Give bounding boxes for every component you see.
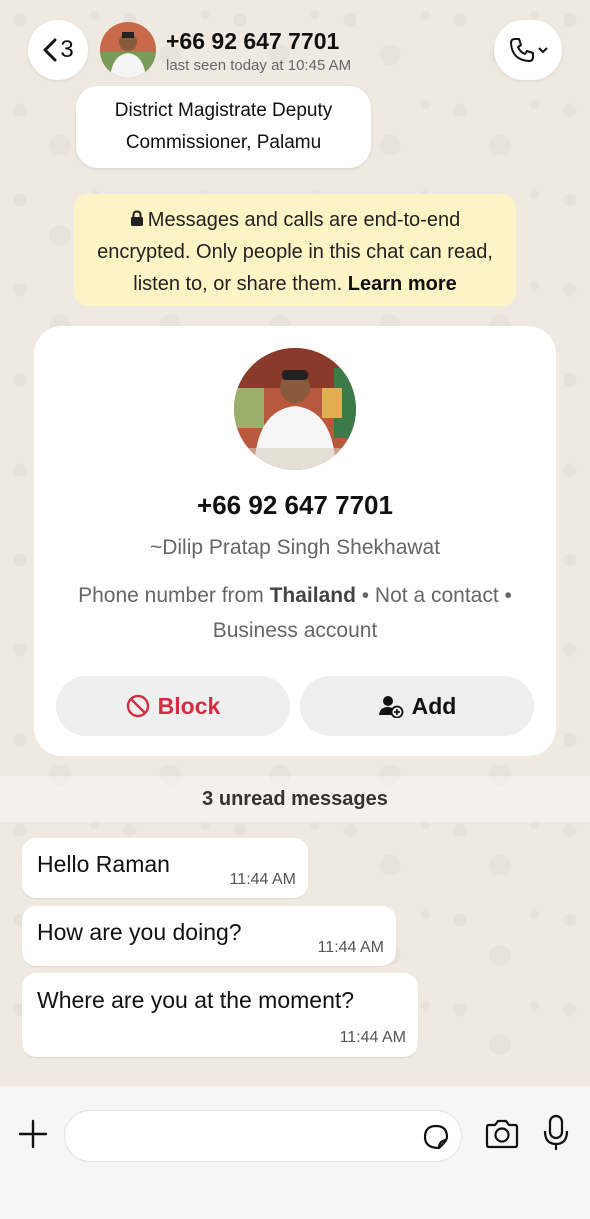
message-text: Where are you at the moment? — [37, 987, 355, 1013]
microphone-icon — [543, 1114, 569, 1150]
message-bubble[interactable]: How are you doing? 11:44 AM — [22, 906, 396, 966]
contact-title: +66 92 647 7701 — [166, 28, 340, 54]
block-label: Block — [157, 692, 221, 719]
profile-details: Phone number from Thailand • Not a conta… — [74, 578, 516, 648]
block-button[interactable]: Block — [56, 676, 290, 736]
profile-name: ~Dilip Pratap Singh Shekhawat — [149, 536, 441, 559]
plus-icon — [18, 1119, 48, 1149]
call-button[interactable] — [494, 20, 562, 80]
attach-button[interactable] — [16, 1117, 50, 1151]
camera-button[interactable] — [484, 1118, 520, 1150]
business-title-tooltip: District Magistrate Deputy Commissioner,… — [76, 86, 371, 168]
add-contact-button[interactable]: Add — [300, 676, 534, 736]
chat-header: 3 +66 92 647 7701 last seen today at 10:… — [0, 0, 590, 86]
message-time: 11:44 AM — [317, 939, 384, 956]
message-bubble[interactable]: Hello Raman 11:44 AM — [22, 838, 308, 898]
message-text: How are you doing? — [37, 919, 242, 945]
message-bubble[interactable]: Where are you at the moment? 11:44 AM — [22, 973, 418, 1057]
learn-more-link[interactable]: Learn more — [348, 273, 457, 295]
chevron-down-icon — [538, 47, 548, 54]
contact-info[interactable]: +66 92 647 7701 last seen today at 10:45… — [166, 28, 351, 74]
message-text: Hello Raman — [37, 851, 170, 877]
country: Thailand — [269, 584, 356, 607]
microphone-button[interactable] — [542, 1114, 570, 1152]
last-seen: last seen today at 10:45 AM — [166, 57, 352, 74]
encryption-notice[interactable]: Messages and calls are end-to-end encryp… — [74, 194, 516, 306]
sticker-icon[interactable] — [421, 1123, 451, 1151]
phone-icon — [510, 38, 534, 62]
contact-profile-card: +66 92 647 7701 ~Dilip Pratap Singh Shek… — [34, 326, 556, 756]
profile-phone: +66 92 647 7701 — [197, 490, 393, 520]
avatar[interactable] — [100, 22, 156, 78]
tooltip-line-1: District Magistrate Deputy — [114, 100, 333, 121]
unread-divider: 3 unread messages — [0, 776, 590, 822]
info-prefix: Phone number from — [78, 584, 270, 607]
tooltip-line-2: Commissioner, Palamu — [125, 132, 322, 153]
lock-icon — [130, 210, 143, 226]
add-contact-icon — [378, 696, 404, 718]
back-button[interactable]: 3 — [28, 20, 88, 80]
message-input[interactable] — [64, 1110, 462, 1162]
block-icon — [126, 694, 149, 718]
message-time: 11:44 AM — [229, 871, 296, 888]
profile-photo[interactable] — [234, 348, 356, 470]
unread-count: 3 — [60, 36, 74, 63]
message-time: 11:44 AM — [339, 1029, 406, 1046]
camera-icon — [485, 1119, 519, 1149]
chevron-left-icon — [43, 38, 57, 62]
add-label: Add — [411, 692, 457, 719]
compose-bar — [0, 1086, 590, 1219]
